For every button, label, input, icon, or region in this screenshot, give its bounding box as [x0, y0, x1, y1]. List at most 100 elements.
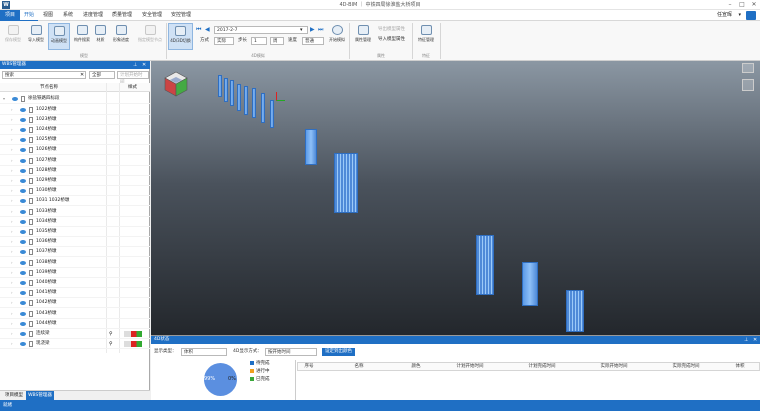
- step-forward-icon[interactable]: ▶: [310, 26, 315, 34]
- eye-icon[interactable]: [12, 97, 18, 101]
- wbs-tree-row[interactable]: › 1023桥墩: [0, 115, 150, 125]
- wbs-tree-row[interactable]: › 1026桥墩: [0, 145, 150, 156]
- animation-model-button[interactable]: 动画模型: [48, 23, 70, 50]
- bridge-pier-model[interactable]: [522, 262, 538, 306]
- tab-project-model[interactable]: 项目模型: [2, 391, 26, 400]
- eye-icon[interactable]: [20, 331, 26, 336]
- material-button[interactable]: 材质: [93, 23, 108, 50]
- attribute-management-button[interactable]: 属性管理: [351, 23, 375, 50]
- eye-icon[interactable]: [20, 199, 26, 204]
- menu-safety[interactable]: 安全管理: [139, 10, 165, 21]
- maximize-icon[interactable]: □: [736, 0, 748, 9]
- speed-select[interactable]: 普通: [302, 37, 324, 45]
- expand-icon[interactable]: ›: [11, 105, 13, 115]
- expand-icon[interactable]: ›: [11, 319, 13, 329]
- expand-icon[interactable]: ›: [11, 176, 13, 186]
- import-model-button[interactable]: 导入模型: [25, 23, 47, 50]
- minimize-icon[interactable]: –: [724, 0, 736, 9]
- layers-icon[interactable]: [742, 79, 754, 91]
- bridge-pier-model[interactable]: [270, 100, 274, 128]
- start-simulation-button[interactable]: 开始模拟: [326, 23, 348, 50]
- wbs-tree-row[interactable]: › 1033桥墩: [0, 207, 150, 217]
- wbs-tree-row[interactable]: › 1044桥墩: [0, 319, 150, 329]
- image-progress-button[interactable]: 形象进度: [109, 23, 133, 50]
- expand-icon[interactable]: ›: [11, 309, 13, 319]
- eye-icon[interactable]: [20, 240, 26, 245]
- bridge-pier-model[interactable]: [237, 84, 241, 111]
- eye-icon[interactable]: [20, 342, 26, 347]
- wbs-tree-row[interactable]: › 1030桥墩: [0, 186, 150, 197]
- eye-icon[interactable]: [20, 270, 26, 275]
- chevron-down-icon[interactable]: ▾: [738, 10, 741, 21]
- menu-security[interactable]: 安控管理: [168, 10, 194, 21]
- calendar-icon[interactable]: ▾: [300, 26, 303, 34]
- eye-icon[interactable]: [20, 280, 26, 285]
- step-back-icon[interactable]: ◀: [205, 26, 210, 34]
- expand-icon[interactable]: ›: [11, 115, 13, 125]
- wbs-tree-row[interactable]: › 1040桥墩: [0, 278, 150, 289]
- menu-progress[interactable]: 进度管理: [80, 10, 106, 21]
- bridge-pier-model[interactable]: [244, 86, 248, 115]
- wbs-tree-row[interactable]: › 1034桥墩: [0, 217, 150, 227]
- bridge-pier-model[interactable]: [224, 78, 228, 102]
- feature-management-button[interactable]: 特征管理: [414, 23, 438, 50]
- bridge-pier-model[interactable]: [566, 290, 584, 332]
- expand-icon[interactable]: ›: [11, 145, 13, 155]
- style-swatch[interactable]: [124, 341, 142, 348]
- eye-icon[interactable]: [20, 291, 26, 296]
- wbs-tree-row[interactable]: › 1042桥墩: [0, 298, 150, 309]
- export-attr-button[interactable]: 导出模型属性: [378, 26, 405, 34]
- link-icon[interactable]: ⚲: [109, 339, 113, 349]
- eye-icon[interactable]: [20, 209, 26, 214]
- eye-icon[interactable]: [20, 311, 26, 316]
- unit-select[interactable]: 周: [270, 37, 284, 45]
- eye-icon[interactable]: [20, 260, 26, 265]
- wbs-tree-row[interactable]: › 1029桥墩: [0, 176, 150, 187]
- 3d-viewport[interactable]: [151, 61, 760, 335]
- expand-icon[interactable]: ›: [11, 298, 13, 308]
- wbs-tree-row[interactable]: › 1038桥墩: [0, 258, 150, 268]
- expand-icon[interactable]: ›: [11, 288, 13, 298]
- close-icon[interactable]: ✕: [748, 0, 760, 9]
- wbs-tree-row[interactable]: › 1028桥墩: [0, 166, 150, 176]
- eye-icon[interactable]: [20, 117, 26, 122]
- eye-icon[interactable]: [20, 148, 26, 153]
- bridge-pier-model[interactable]: [218, 75, 222, 97]
- clear-search-icon[interactable]: ✕: [80, 71, 84, 79]
- bridge-pier-model[interactable]: [334, 153, 358, 213]
- expand-icon[interactable]: ›: [11, 166, 13, 176]
- 4d-show-select[interactable]: 按开始时间: [265, 348, 317, 356]
- confirm-color-button[interactable]: 设定到出颜色: [322, 348, 355, 356]
- wbs-tree-row[interactable]: › 1025桥墩: [0, 135, 150, 146]
- fullscreen-icon[interactable]: [742, 63, 754, 73]
- eye-icon[interactable]: [20, 301, 26, 306]
- expand-icon[interactable]: ›: [11, 278, 13, 288]
- bridge-pier-model[interactable]: [230, 80, 234, 106]
- eye-icon[interactable]: [20, 178, 26, 183]
- expand-icon[interactable]: ›: [11, 329, 13, 339]
- eye-icon[interactable]: [20, 168, 26, 173]
- expand-icon[interactable]: ›: [11, 135, 13, 145]
- wbs-root-row[interactable]: ▾ 徐盐铁路四标段: [0, 94, 150, 105]
- menu-start[interactable]: 开始: [20, 10, 38, 21]
- wbs-tree-row[interactable]: › 连续梁 ⚲: [0, 329, 150, 340]
- eye-icon[interactable]: [20, 219, 26, 224]
- collapse-icon[interactable]: ▾: [3, 94, 5, 104]
- pin-icon[interactable]: ⊥: [133, 61, 137, 69]
- bridge-pier-model[interactable]: [476, 235, 494, 295]
- close-icon[interactable]: ✕: [753, 336, 757, 344]
- skip-forward-icon[interactable]: ⏭: [318, 26, 323, 34]
- user-name[interactable]: 任宣晖: [717, 10, 732, 21]
- start-time-filter[interactable]: 计划开始时间: [117, 71, 149, 85]
- display-type-select[interactable]: 体积: [181, 348, 227, 356]
- menu-system[interactable]: 系统: [60, 10, 76, 21]
- expand-icon[interactable]: ›: [11, 125, 13, 135]
- expand-icon[interactable]: ›: [11, 186, 13, 196]
- wbs-tree-row[interactable]: › 1022桥墩: [0, 105, 150, 115]
- wbs-tree-row[interactable]: › 1027桥墩: [0, 156, 150, 166]
- menu-view[interactable]: 视图: [40, 10, 56, 21]
- wbs-tree-row[interactable]: › 现浇梁 ⚲: [0, 339, 150, 350]
- eye-icon[interactable]: [20, 321, 26, 326]
- toggle-4d3d-button[interactable]: 4D/3D切换: [168, 23, 193, 50]
- wbs-tree-row[interactable]: › 1043桥墩: [0, 309, 150, 319]
